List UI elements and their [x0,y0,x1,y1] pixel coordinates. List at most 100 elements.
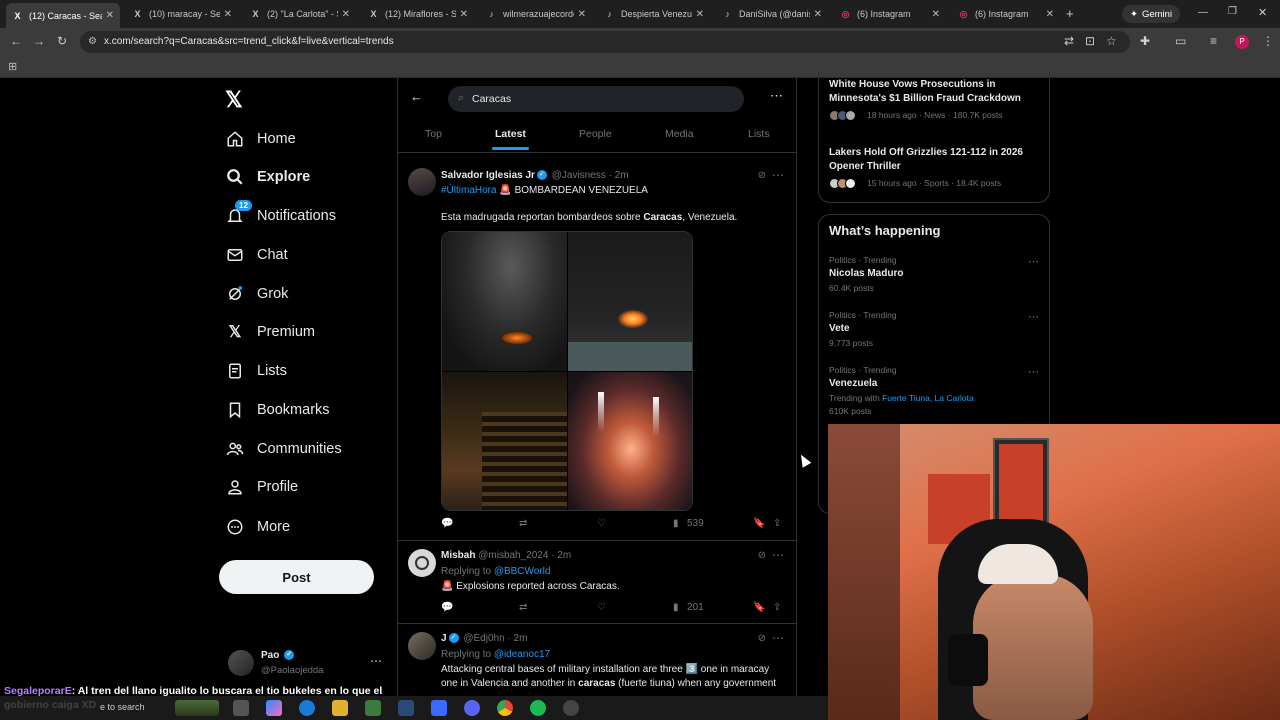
tab-media[interactable]: Media [665,128,694,140]
views-icon[interactable]: ▮ [673,602,679,613]
taskbar-search[interactable]: e to search [100,702,145,712]
site-info-icon[interactable]: ⚙ [88,36,97,47]
store-icon[interactable] [365,700,381,716]
browser-tab[interactable]: X (12) Miraflores - Search ✕ [362,4,474,24]
views-icon[interactable]: ▮ [673,518,679,529]
nav-explore[interactable]: Explore [225,162,310,192]
extensions-icon[interactable]: ✚ [1140,34,1150,48]
copilot-icon[interactable] [266,700,282,716]
nav-chat[interactable]: Chat [225,240,288,270]
profile-avatar[interactable]: P [1235,35,1249,49]
browser-tab[interactable]: X (2) "La Carlota" - Search ✕ [244,4,356,24]
post-author-handle[interactable]: @Edj0hn [463,633,504,644]
nav-home[interactable]: Home [225,124,296,154]
nav-more[interactable]: More [225,512,290,542]
media-image-night[interactable] [442,372,567,510]
share-icon[interactable]: ⇪ [773,518,781,529]
repost-icon[interactable]: ⇄ [519,602,527,613]
browser-tab[interactable]: ♪ Despierta Venezuela ✕ [598,4,710,24]
media-image-explosion[interactable] [568,232,692,371]
close-icon[interactable]: ✕ [696,9,704,20]
post-time[interactable]: · 2m [609,170,629,181]
post-menu-icon[interactable]: ⋯ [772,168,784,182]
post-time[interactable]: · 2m [551,550,571,561]
avatar[interactable] [408,549,436,577]
tab-top[interactable]: Top [425,128,442,140]
browser-tab[interactable]: X (12) Caracas - Search ✕ [6,3,120,28]
close-icon[interactable]: ✕ [224,9,232,20]
task-view-icon[interactable] [233,700,249,716]
close-icon[interactable]: ✕ [460,9,468,20]
widget-icon[interactable] [175,700,219,716]
more-icon[interactable]: ⋯ [370,654,382,668]
back-arrow-icon[interactable]: ← [410,89,423,104]
forward-icon[interactable]: → [33,34,45,48]
grok-icon[interactable]: ⊘ [758,550,766,561]
post-menu-icon[interactable]: ⋯ [772,548,784,562]
trend-related-links[interactable]: Fuerte Tiuna, La Carlota [882,393,974,403]
media-image-fire[interactable] [568,372,692,510]
media-icon[interactable]: ≡ [1210,34,1217,48]
close-icon[interactable]: ✕ [932,9,940,20]
bookmark-star-icon[interactable]: ☆ [1106,34,1117,48]
close-icon[interactable]: ✕ [106,10,114,21]
menu-icon[interactable]: ⋮ [1262,34,1274,48]
spotify-icon[interactable] [530,700,546,716]
nav-profile[interactable]: Profile [225,472,298,502]
gemini-button[interactable]: ✦ Gemini [1122,5,1181,23]
nav-communities[interactable]: Communities [225,434,342,464]
hashtag-link[interactable]: #ÚltimaHora [441,185,497,196]
close-icon[interactable]: ✕ [1046,9,1054,20]
nav-bookmarks[interactable]: Bookmarks [225,395,330,425]
avatar[interactable] [408,168,436,196]
repost-icon[interactable]: ⇄ [519,518,527,529]
browser-tab[interactable]: ♪ DaniSilva (@danisilva ✕ [716,4,828,24]
browser-tab[interactable]: ◎ (6) Instagram ✕ [952,4,1060,24]
reply-icon[interactable]: 💬 [441,518,453,529]
browser-tab[interactable]: ◎ (6) Instagram ✕ [834,4,946,24]
share-icon[interactable]: ⇪ [773,602,781,613]
minimize-button[interactable]: — [1198,7,1208,18]
post-menu-icon[interactable]: ⋯ [772,631,784,645]
post-media-grid[interactable] [441,231,693,511]
grok-icon[interactable]: ⊘ [758,170,766,181]
grok-icon[interactable]: ⊘ [758,633,766,644]
nav-notifications[interactable]: 12 Notifications [225,200,336,231]
reload-icon[interactable]: ↻ [57,34,67,48]
account-switcher[interactable]: Pao ✓ @Paolaojedda ⋯ [228,648,388,678]
like-icon[interactable]: ♡ [597,518,606,529]
trend-menu-icon[interactable]: ⋯ [1028,255,1039,268]
nav-grok[interactable]: Grok [225,279,288,309]
steam-icon[interactable] [398,700,414,716]
address-bar[interactable]: ⚙ x.com/search?q=Caracas&src=trend_click… [80,31,1130,53]
search-input[interactable]: ⌕ Caracas [448,86,744,112]
nav-lists[interactable]: Lists [225,356,287,386]
more-icon[interactable]: ⋯ [770,88,783,104]
nav-premium[interactable]: 𝕏 Premium [225,317,315,347]
bookmark-icon[interactable]: 🔖 [753,518,765,529]
discord-icon[interactable] [464,700,480,716]
post-author-name[interactable]: J [441,633,447,644]
trend-menu-icon[interactable]: ⋯ [1028,310,1039,323]
back-icon[interactable]: ← [10,34,22,48]
obs-icon[interactable] [563,700,579,716]
sidepanel-icon[interactable]: ▭ [1175,34,1186,48]
post-author-name[interactable]: Misbah [441,550,475,561]
translate-icon[interactable]: ⇄ [1064,34,1074,48]
browser-tab[interactable]: X (10) maracay - Search ✕ [126,4,238,24]
post-time[interactable]: · 2m [507,633,527,644]
install-icon[interactable]: ⊡ [1085,34,1095,48]
file-explorer-icon[interactable] [332,700,348,716]
post-button[interactable]: Post [219,560,374,594]
avatar[interactable] [408,632,436,660]
x-logo-icon[interactable]: 𝕏 [225,87,243,113]
reply-icon[interactable]: 💬 [441,602,453,613]
bookmark-icon[interactable]: 🔖 [753,602,765,613]
close-icon[interactable]: ✕ [578,9,586,20]
tab-lists[interactable]: Lists [748,128,770,140]
app-icon[interactable] [431,700,447,716]
chrome-icon[interactable] [497,700,513,716]
post[interactable]: Misbah @misbah_2024 · 2m ⊘ ⋯ Replying to… [398,541,796,623]
media-image-smoke[interactable] [442,232,567,371]
close-icon[interactable]: ✕ [342,9,350,20]
